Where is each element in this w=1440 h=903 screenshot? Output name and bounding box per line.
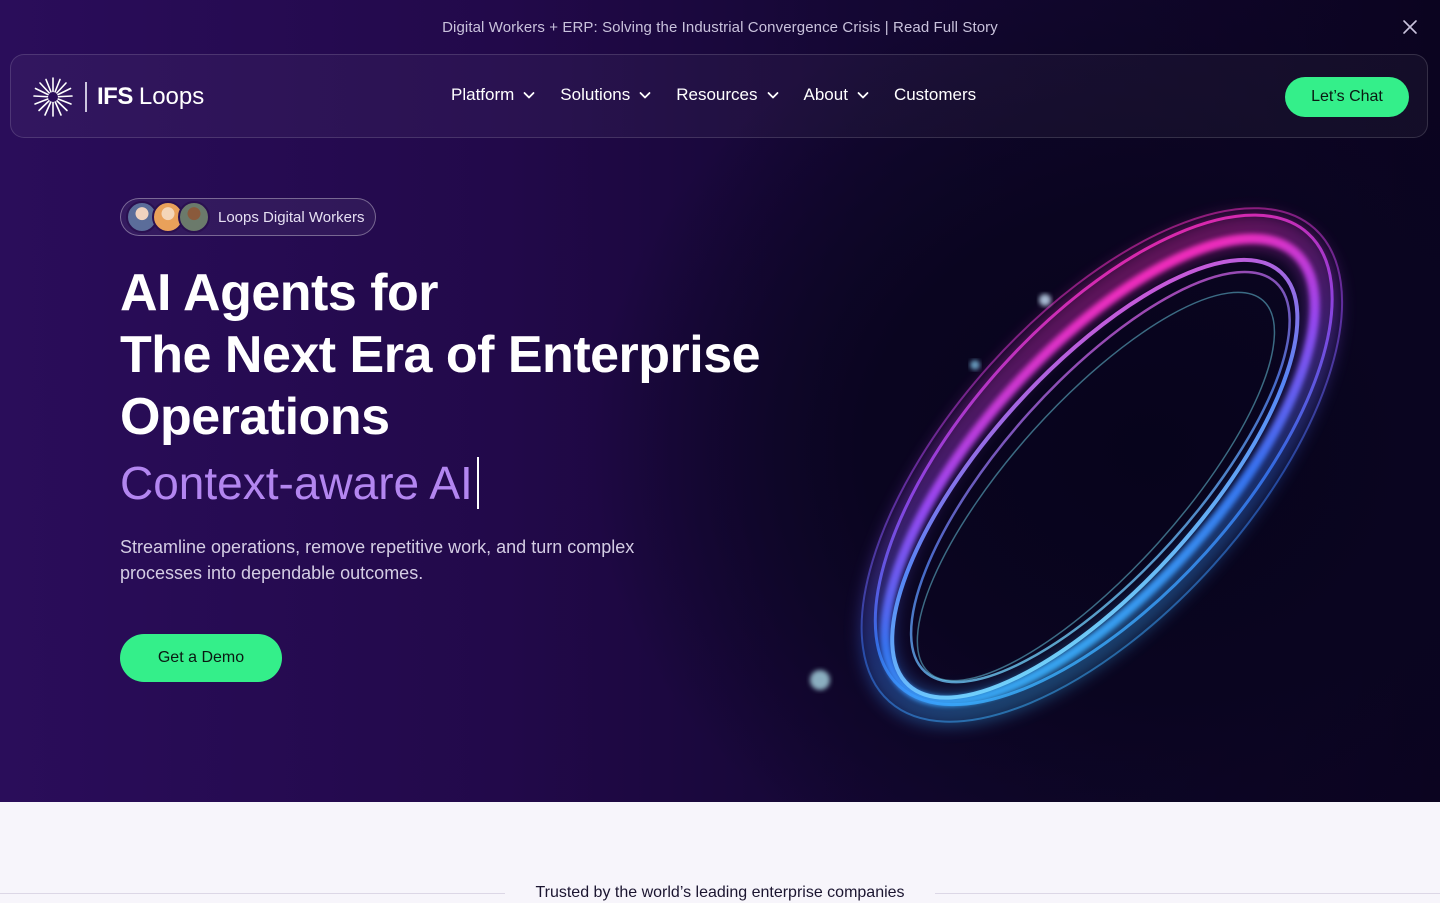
logo-ifs-text: IFS — [97, 83, 133, 110]
chevron-down-icon — [857, 92, 869, 99]
nav-item-label: Resources — [676, 85, 758, 104]
announcement-link[interactable]: Digital Workers + ERP: Solving the Indus… — [442, 19, 998, 36]
avatar — [178, 201, 210, 233]
chevron-down-icon — [523, 92, 535, 99]
nav-item-platform[interactable]: Platform — [451, 85, 536, 105]
nav-menu: Platform Solutions Resources About Custo… — [451, 85, 1000, 105]
nav-item-about[interactable]: About — [804, 85, 870, 105]
nav-item-customers[interactable]: Customers — [894, 85, 976, 105]
logo-link[interactable]: IFS Loops — [31, 75, 204, 119]
chevron-down-icon — [767, 92, 778, 99]
badge-label: Loops Digital Workers — [218, 208, 365, 226]
get-a-demo-button[interactable]: Get a Demo — [120, 634, 282, 682]
typing-caret — [476, 457, 479, 509]
headline-line: Operations — [120, 388, 390, 446]
divider-left — [0, 893, 505, 894]
nav-item-label: Platform — [451, 85, 515, 104]
divider-right — [935, 893, 1440, 894]
headline-line: The Next Era of Enterprise — [120, 326, 761, 384]
lets-chat-button[interactable]: Let’s Chat — [1285, 77, 1409, 117]
main-navigation: IFS Loops Platform Solutions Resources A… — [10, 54, 1428, 138]
logo-divider — [85, 82, 87, 112]
trusted-by-section: Trusted by the world’s leading enterpris… — [0, 883, 1440, 903]
glowing-orbit-illustration — [810, 207, 1344, 727]
hero-section: Digital Workers + ERP: Solving the Indus… — [0, 0, 1440, 802]
trusted-by-heading: Trusted by the world’s leading enterpris… — [519, 884, 921, 902]
avatar-group — [126, 201, 210, 233]
ifs-loops-logo-icon — [33, 77, 73, 117]
headline-line: AI Agents for — [120, 264, 439, 322]
typed-text: Context-aware AI — [120, 457, 473, 509]
chevron-down-icon — [639, 92, 651, 99]
announcement-bar: Digital Workers + ERP: Solving the Indus… — [0, 0, 1440, 54]
nav-item-solutions[interactable]: Solutions — [560, 85, 652, 105]
logo-loops-text: Loops — [138, 83, 205, 110]
hero-subtitle: Streamline operations, remove repetitive… — [120, 537, 635, 583]
nav-item-label: Customers — [893, 85, 977, 104]
nav-item-label: About — [803, 85, 848, 104]
typed-tagline: Context-aware AI — [120, 452, 479, 514]
nav-item-label: Solutions — [560, 85, 631, 104]
hero-headline: AI Agents for The Next Era of Enterprise… — [120, 262, 840, 448]
nav-item-resources[interactable]: Resources — [676, 85, 779, 105]
digital-workers-badge[interactable]: Loops Digital Workers — [120, 198, 376, 236]
close-icon[interactable] — [1400, 17, 1420, 37]
